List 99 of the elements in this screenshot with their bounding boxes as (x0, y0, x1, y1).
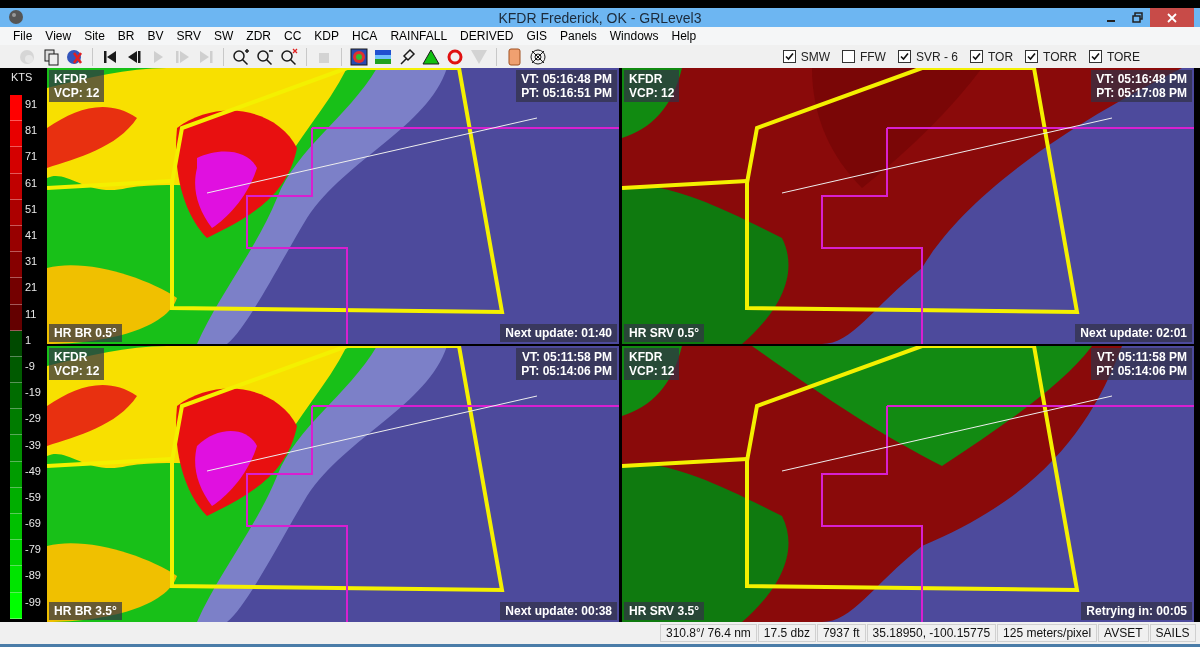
zoom-out-icon[interactable] (256, 47, 274, 66)
legend-label: -19 (25, 386, 41, 399)
checkbox-label: TORR (1043, 49, 1077, 64)
close-icon (1167, 12, 1177, 23)
vcp-label: VCP: 12 (629, 364, 675, 378)
vcp-label: VCP: 12 (629, 86, 675, 100)
product-time: PT: 05:14:06 PM (521, 364, 612, 378)
legend-label: -9 (25, 359, 35, 372)
legend-label: -59 (25, 490, 41, 503)
product-label: HR BR 0.5° (54, 326, 117, 340)
legend-label: 81 (25, 124, 38, 137)
triangle-icon[interactable] (422, 47, 440, 66)
menu-item[interactable]: SW (207, 29, 240, 43)
valid-time: VT: 05:11:58 PM (1096, 350, 1187, 364)
layers-icon[interactable] (374, 47, 392, 66)
status-field: 35.18950, -100.15775 (866, 624, 997, 642)
pin-icon[interactable] (398, 47, 416, 66)
menu-item[interactable]: KDP (307, 29, 346, 43)
checkbox[interactable] (897, 50, 911, 63)
menu-item[interactable]: Panels (553, 29, 603, 43)
checkbox[interactable] (1025, 50, 1039, 63)
legend-label: -49 (25, 464, 41, 477)
checkbox[interactable] (841, 50, 855, 63)
update-countdown: Next update: 01:40 (505, 326, 612, 340)
legend-label: -69 (25, 517, 41, 530)
window-title: KFDR Frederick, OK - GRLevel3 (498, 9, 702, 26)
legend-label: 31 (25, 255, 38, 268)
menu-item[interactable]: GIS (519, 29, 554, 43)
close-button[interactable] (1150, 8, 1194, 27)
valid-time: VT: 05:16:48 PM (521, 72, 612, 86)
menu-item[interactable]: BV (140, 29, 170, 43)
status-field: AVSET (1098, 624, 1149, 642)
checkbox-label: FFW (859, 49, 886, 64)
radar-map-icon[interactable] (350, 47, 368, 66)
valid-time: VT: 05:16:48 PM (1096, 72, 1187, 86)
legend-label: -79 (25, 543, 41, 556)
legend-label: -99 (25, 595, 41, 608)
copy-icon[interactable] (42, 47, 60, 66)
legend-unit: KTS (10, 70, 34, 85)
menu-item[interactable]: DERIVED (453, 29, 520, 43)
menu-item[interactable]: View (38, 29, 78, 43)
vcp-label: VCP: 12 (54, 86, 100, 100)
legend-label: -39 (25, 438, 41, 451)
update-countdown: Retrying in: 00:05 (1086, 604, 1187, 618)
valid-time: VT: 05:11:58 PM (521, 350, 612, 364)
checkbox-label: SVR - 6 (915, 49, 958, 64)
status-field: 17.5 dbz (757, 624, 816, 642)
globe-icon[interactable] (66, 47, 84, 66)
legend-label: 91 (25, 98, 38, 111)
legend-label: 11 (25, 307, 37, 320)
legend-label: 21 (25, 281, 38, 294)
restore-icon (1131, 12, 1143, 23)
menu-item[interactable]: RAINFALL (383, 29, 454, 43)
legend-label: 61 (25, 176, 38, 189)
site-label: KFDR (629, 350, 664, 364)
menu-item[interactable]: BR (110, 29, 141, 43)
product-time: PT: 05:16:51 PM (521, 86, 612, 100)
checkbox-label: TORE (1106, 49, 1140, 64)
minimize-icon (1107, 19, 1115, 22)
legend-label: 51 (25, 202, 38, 215)
menu-item[interactable]: CC (277, 29, 308, 43)
menu-item[interactable]: SRV (169, 29, 207, 43)
checkbox-label: SMW (800, 49, 830, 64)
product-label: HR BR 3.5° (54, 604, 117, 618)
update-countdown: Next update: 02:01 (1080, 326, 1187, 340)
legend-label: 41 (25, 229, 38, 242)
tablet-icon[interactable] (505, 47, 523, 66)
update-countdown: Next update: 00:38 (505, 604, 612, 618)
menu-item[interactable]: ZDR (239, 29, 277, 43)
target-icon[interactable] (529, 47, 547, 66)
zoom-in-icon[interactable] (232, 47, 250, 66)
product-label: HR SRV 3.5° (629, 604, 699, 618)
site-label: KFDR (54, 350, 89, 364)
checkbox-label: TOR (987, 49, 1014, 64)
menu-item[interactable]: Site (77, 29, 111, 43)
status-field: SAILS (1149, 624, 1196, 642)
ring-icon[interactable] (446, 47, 464, 66)
legend-label: -89 (25, 569, 41, 582)
legend-label: -29 (25, 412, 41, 425)
legend-label: 1 (25, 333, 32, 346)
product-label: HR SRV 0.5° (629, 326, 699, 340)
status-field: 7937 ft (816, 624, 866, 642)
legend-label: 71 (25, 150, 38, 163)
app-icon (8, 9, 24, 25)
site-label: KFDR (629, 72, 664, 86)
site-label: KFDR (54, 72, 89, 86)
zoom-reset-icon[interactable] (280, 47, 298, 66)
menu-item[interactable]: Windows (602, 29, 665, 43)
checkbox[interactable] (782, 50, 796, 63)
vcp-label: VCP: 12 (54, 364, 100, 378)
status-field: 125 meters/pixel (997, 624, 1098, 642)
product-time: PT: 05:14:06 PM (1096, 364, 1187, 378)
menu-item[interactable]: Help (664, 29, 703, 43)
menu-item[interactable]: HCA (345, 29, 384, 43)
product-time: PT: 05:17:08 PM (1096, 86, 1187, 100)
menu-item[interactable]: File (6, 29, 39, 43)
status-field: 310.8°/ 76.4 nm (660, 624, 757, 642)
checkbox[interactable] (1088, 50, 1102, 63)
checkbox[interactable] (969, 50, 983, 63)
